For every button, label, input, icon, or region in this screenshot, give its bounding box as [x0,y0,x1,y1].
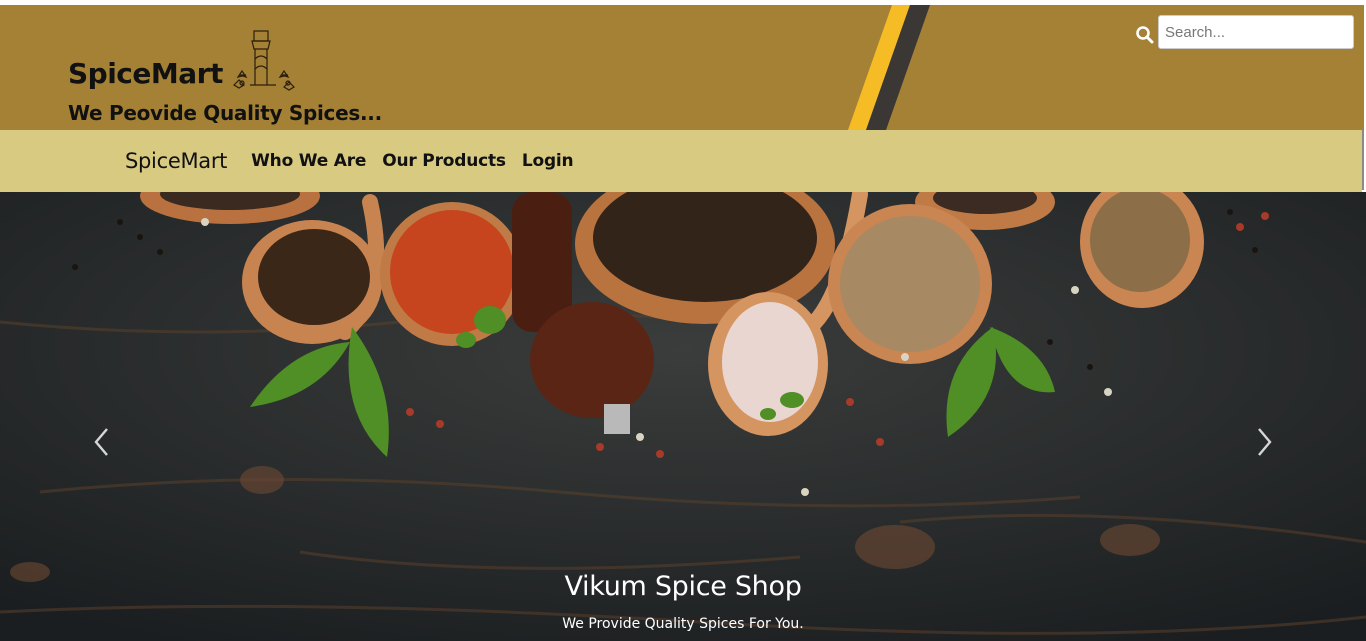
page-scrollbar[interactable] [1362,130,1364,190]
page: SpiceMart We Peovide Quality Spices... S… [0,0,1366,641]
carousel-caption-subtitle: We Provide Quality Spices For You. [562,616,804,632]
brand-title[interactable]: SpiceMart [68,57,223,90]
hero-carousel: Vikum Spice Shop We Provide Quality Spic… [0,192,1366,641]
nav-link-login[interactable]: Login [522,151,574,171]
nav-link-who-we-are[interactable]: Who We Are [251,151,366,171]
search-input[interactable] [1158,15,1354,49]
carousel-caption-title: Vikum Spice Shop [564,571,802,602]
carousel-prev-chevron-left-icon[interactable] [90,424,114,460]
nav-links: Who We Are Our Products Login [251,151,589,171]
site-header: SpiceMart We Peovide Quality Spices... [0,5,1364,130]
nav-brand-link[interactable]: SpiceMart [125,149,227,173]
search-icon[interactable] [1135,25,1155,45]
carousel-next-chevron-right-icon[interactable] [1252,424,1276,460]
spice-bottle-icon [233,30,295,91]
main-navbar: SpiceMart Who We Are Our Products Login [0,130,1362,192]
nav-link-our-products[interactable]: Our Products [382,151,506,171]
brand-tagline: We Peovide Quality Spices... [68,101,382,125]
decorative-stripes [848,5,930,130]
